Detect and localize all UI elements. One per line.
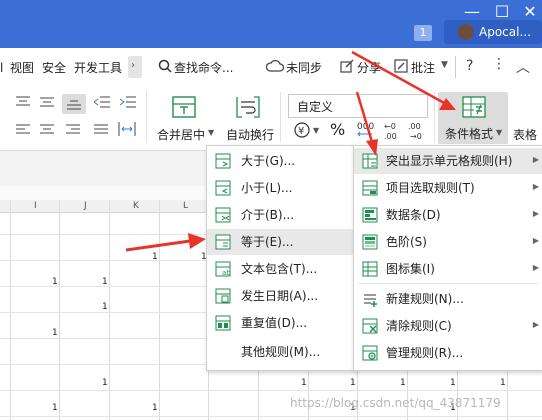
arrow-to-highlight-rules xyxy=(355,91,378,156)
watermark: https://blog.csdn.net/qq_43871179 xyxy=(290,396,501,410)
annotation-arrows xyxy=(125,50,456,252)
arrow-to-equal-to xyxy=(125,233,206,252)
arrow-to-conditional-format xyxy=(351,50,456,110)
